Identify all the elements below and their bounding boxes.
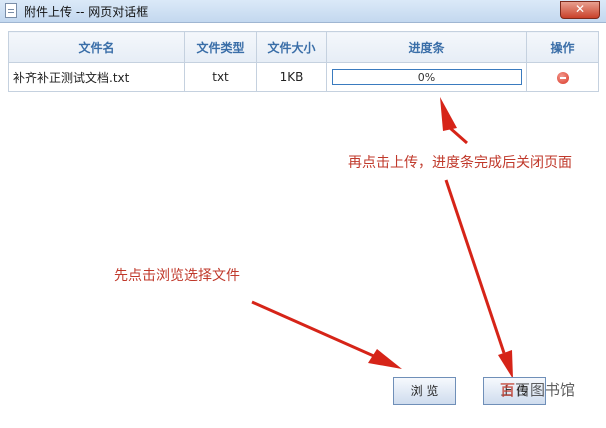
arrow-to-browse-button xyxy=(251,300,402,369)
watermark-logo: 百 xyxy=(500,381,516,399)
close-button[interactable]: ✕ xyxy=(560,1,600,19)
watermark-text: 百图书馆 xyxy=(515,381,576,399)
watermark: 百百图书馆 xyxy=(500,379,575,400)
document-icon xyxy=(5,3,17,18)
title-bar: 附件上传 -- 网页对话框 ✕ xyxy=(0,0,606,23)
annotation-arrows xyxy=(251,97,513,379)
dialog-content: 文件名 文件类型 文件大小 进度条 操作 补齐补正测试文档.txt txt 1K… xyxy=(0,23,606,428)
browse-button[interactable]: 浏 览 xyxy=(393,377,456,405)
arrow-to-upload-button xyxy=(444,179,513,379)
arrow-to-progress-bar xyxy=(440,97,468,145)
window-title: 附件上传 -- 网页对话框 xyxy=(24,5,149,19)
